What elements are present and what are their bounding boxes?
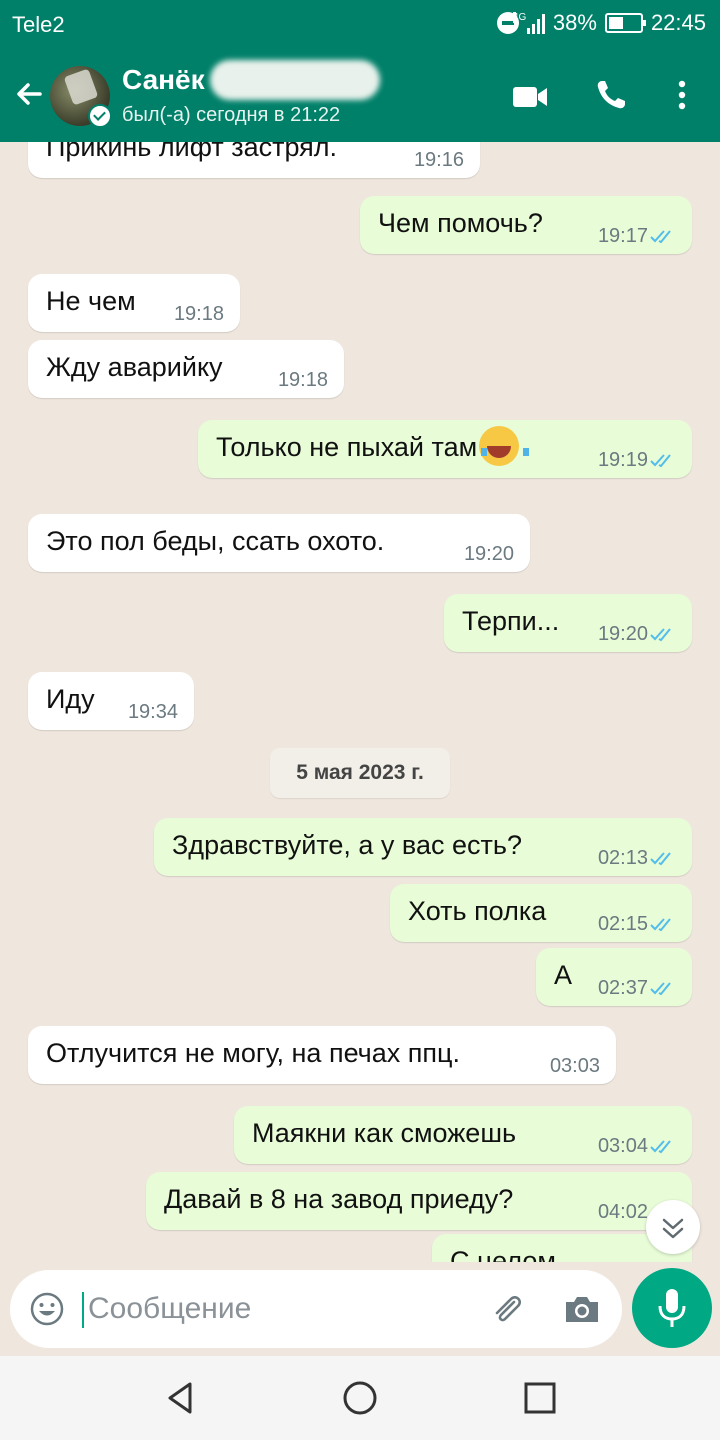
nav-home-icon[interactable] bbox=[340, 1378, 380, 1418]
chat-header: Санёк был(-а) сегодня в 21:22 bbox=[0, 50, 720, 142]
chevron-double-down-icon bbox=[662, 1218, 684, 1239]
message-time: 02:15 bbox=[597, 913, 648, 935]
message-text: Хоть полка bbox=[408, 896, 547, 926]
read-receipt-icon bbox=[650, 230, 671, 244]
read-receipt-icon bbox=[650, 628, 671, 642]
message-time: 19:19 bbox=[597, 449, 648, 471]
message-outgoing[interactable]: Здравствуйте, а у вас есть? 02:13 bbox=[154, 818, 692, 876]
voice-message-button[interactable] bbox=[632, 1268, 712, 1348]
message-composer bbox=[10, 1270, 622, 1348]
carrier-label: Tele2 bbox=[12, 12, 65, 37]
message-incoming[interactable]: Отлучится не могу, на печах ппц. 03:03 bbox=[28, 1026, 616, 1084]
clock: 22:45 bbox=[650, 10, 706, 35]
nav-recents-icon[interactable] bbox=[520, 1378, 560, 1418]
message-incoming[interactable]: Прикинь лифт застрял. 19:16 bbox=[28, 142, 480, 178]
message-text: Давай в 8 на завод приеду? bbox=[164, 1184, 514, 1214]
read-receipt-icon bbox=[650, 852, 671, 866]
message-text: Иду bbox=[46, 684, 95, 714]
scroll-to-bottom-button[interactable] bbox=[646, 1200, 700, 1254]
voice-call-icon[interactable] bbox=[594, 78, 628, 112]
message-outgoing[interactable]: Чем помочь? 19:17 bbox=[360, 196, 692, 254]
message-text: Маякни как сможешь bbox=[252, 1118, 517, 1148]
message-time: 19:17 bbox=[597, 225, 648, 247]
message-outgoing[interactable]: Хоть полка 02:15 bbox=[390, 884, 692, 942]
paperclip-icon[interactable] bbox=[488, 1290, 526, 1328]
message-time: 19:20 bbox=[463, 543, 514, 565]
status-bar: Tele2 4G 38% 22:45 bbox=[0, 0, 720, 50]
system-navigation-bar bbox=[0, 1356, 720, 1440]
message-time: 03:04 bbox=[597, 1135, 648, 1157]
message-content: Только не пыхай там bbox=[216, 426, 530, 466]
microphone-icon bbox=[658, 1289, 686, 1327]
message-time: 19:16 bbox=[413, 149, 464, 171]
read-receipt-icon bbox=[650, 1140, 671, 1154]
message-outgoing[interactable]: А 02:37 bbox=[536, 948, 692, 1006]
message-text: Это пол беды, ссать охото. bbox=[46, 526, 385, 556]
message-time: 02:13 bbox=[597, 847, 648, 869]
message-time: 19:20 bbox=[597, 623, 648, 645]
text-cursor bbox=[82, 1292, 84, 1328]
read-receipt-icon bbox=[650, 982, 671, 996]
message-incoming[interactable]: Не чем 19:18 bbox=[28, 274, 240, 332]
read-receipt-icon bbox=[650, 918, 671, 932]
message-incoming[interactable]: Иду 19:34 bbox=[28, 672, 194, 730]
message-text: Прикинь лифт застрял. bbox=[46, 142, 338, 162]
message-time: 04:02 bbox=[597, 1201, 648, 1223]
last-seen-status: был(-а) сегодня в 21:22 bbox=[122, 104, 341, 126]
redacted-name-overlay bbox=[210, 60, 380, 100]
message-outgoing[interactable]: Маякни как сможешь 03:04 bbox=[234, 1106, 692, 1164]
message-outgoing[interactable]: Давай в 8 на завод приеду? 04:02 bbox=[146, 1172, 692, 1230]
video-call-icon[interactable] bbox=[512, 84, 548, 110]
network-type-label: 4G bbox=[512, 12, 527, 23]
signal-icon: 4G bbox=[512, 12, 545, 34]
tears-of-joy-emoji-icon bbox=[479, 426, 530, 466]
status-update-icon bbox=[88, 104, 112, 128]
message-time: 19:34 bbox=[127, 701, 178, 723]
message-input[interactable] bbox=[88, 1286, 468, 1332]
status-icons: 4G 38% 22:45 bbox=[496, 10, 706, 36]
message-outgoing[interactable]: Только не пыхай там 19:19 bbox=[198, 420, 692, 478]
message-text: Терпи... bbox=[462, 606, 560, 636]
more-options-icon[interactable] bbox=[668, 78, 696, 112]
nav-back-icon[interactable] bbox=[160, 1378, 200, 1418]
message-text: Здравствуйте, а у вас есть? bbox=[172, 830, 522, 860]
message-outgoing[interactable]: Терпи... 19:20 bbox=[444, 594, 692, 652]
message-time: 03:03 bbox=[549, 1055, 600, 1077]
message-incoming[interactable]: Это пол беды, ссать охото. 19:20 bbox=[28, 514, 530, 572]
message-text: Жду аварийку bbox=[46, 352, 223, 382]
chat-messages[interactable]: Прикинь лифт застрял. 19:16 Чем помочь? … bbox=[0, 142, 720, 1262]
battery-percent: 38% bbox=[552, 10, 597, 35]
camera-icon[interactable] bbox=[562, 1290, 602, 1328]
message-time: 19:18 bbox=[173, 303, 224, 325]
message-text: С целом bbox=[450, 1246, 556, 1262]
date-separator: 5 мая 2023 г. bbox=[270, 748, 450, 798]
back-arrow-icon[interactable] bbox=[10, 74, 50, 114]
message-text: А bbox=[554, 960, 573, 990]
read-receipt-icon bbox=[650, 454, 671, 468]
message-text: Отлучится не могу, на печах ппц. bbox=[46, 1038, 460, 1068]
message-incoming[interactable]: Жду аварийку 19:18 bbox=[28, 340, 344, 398]
battery-icon bbox=[604, 13, 646, 33]
contact-name[interactable]: Санёк bbox=[122, 64, 205, 96]
message-text: Чем помочь? bbox=[378, 208, 543, 238]
emoji-icon[interactable] bbox=[28, 1290, 66, 1328]
message-text: Только не пыхай там bbox=[216, 432, 478, 463]
message-time: 19:18 bbox=[277, 369, 328, 391]
message-text: Не чем bbox=[46, 286, 136, 316]
message-time: 02:37 bbox=[597, 977, 648, 999]
